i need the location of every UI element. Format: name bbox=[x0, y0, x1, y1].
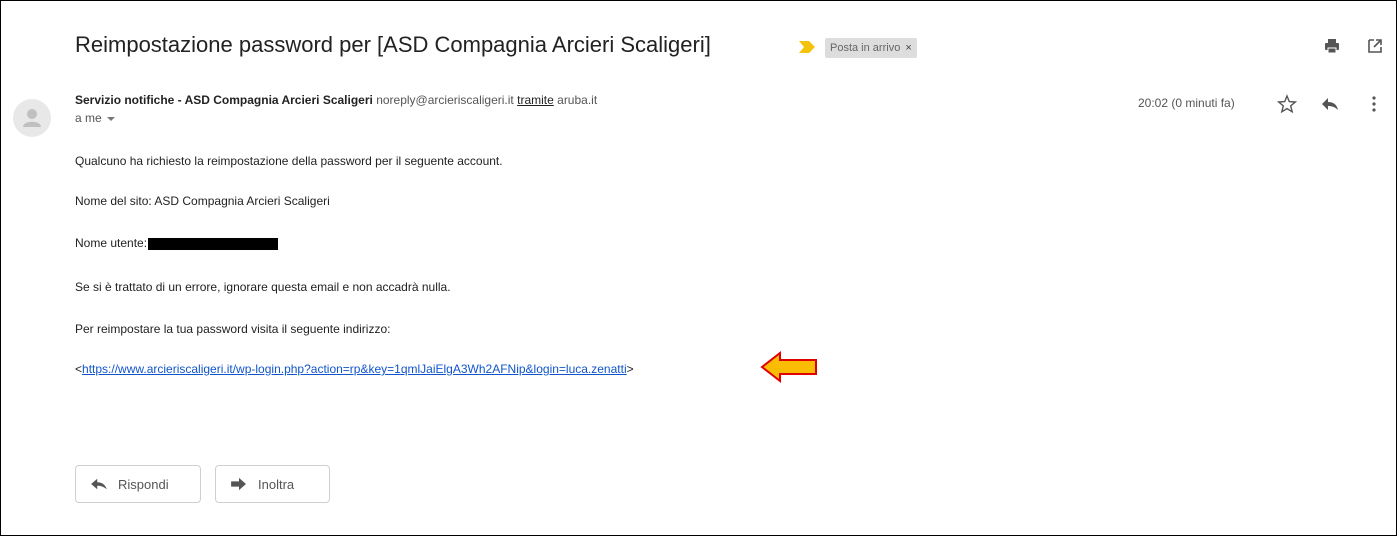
reply-button[interactable]: Rispondi bbox=[75, 465, 201, 503]
open-in-new-window-icon[interactable] bbox=[1366, 37, 1384, 55]
body-line-error-note: Se si è trattato di un errore, ignorare … bbox=[75, 280, 451, 294]
forward-button[interactable]: Inoltra bbox=[215, 465, 330, 503]
forward-button-label: Inoltra bbox=[258, 476, 295, 492]
remove-label-button[interactable]: × bbox=[905, 42, 911, 54]
sender-line: Servizio notifiche - ASD Compagnia Arcie… bbox=[75, 93, 597, 107]
username-label: Nome utente: bbox=[75, 236, 148, 250]
link-close-bracket: > bbox=[626, 362, 634, 376]
sender-avatar bbox=[13, 99, 51, 137]
sender-name: Servizio notifiche - ASD Compagnia Arcie… bbox=[75, 93, 373, 107]
more-options-icon[interactable] bbox=[1364, 94, 1384, 114]
forward-icon bbox=[231, 477, 246, 491]
body-line-instructions: Per reimpostare la tua password visita i… bbox=[75, 322, 391, 336]
label-chip-text: Posta in arrivo bbox=[830, 42, 901, 54]
via-link[interactable]: tramite bbox=[517, 93, 554, 107]
print-icon[interactable] bbox=[1323, 37, 1341, 55]
via-domain: aruba.it bbox=[557, 93, 598, 107]
reply-icon bbox=[91, 478, 107, 490]
importance-marker-icon[interactable] bbox=[798, 40, 816, 54]
link-open-bracket: < bbox=[75, 362, 83, 376]
chevron-down-icon bbox=[106, 116, 115, 121]
recipient-details-toggle[interactable]: a me bbox=[75, 111, 115, 125]
email-subject: Reimpostazione password per [ASD Compagn… bbox=[75, 32, 711, 57]
body-line-site-name: Nome del sito: ASD Compagnia Arcieri Sca… bbox=[75, 194, 330, 208]
body-line-request: Qualcuno ha richiesto la reimpostazione … bbox=[75, 154, 503, 168]
redacted-username bbox=[148, 237, 279, 250]
label-chip-inbox: Posta in arrivo × bbox=[825, 38, 917, 58]
sender-email: noreply@arcieriscaligeri.it bbox=[376, 93, 514, 107]
person-icon bbox=[23, 109, 41, 127]
message-time: 20:02 (0 minuti fa) bbox=[1138, 96, 1235, 110]
reply-icon[interactable] bbox=[1320, 94, 1340, 114]
recipient-text: a me bbox=[75, 111, 102, 125]
body-line-username: Nome utente: bbox=[75, 236, 279, 250]
email-view-frame bbox=[0, 0, 1397, 536]
reply-button-label: Rispondi bbox=[118, 476, 169, 492]
star-icon[interactable] bbox=[1277, 94, 1297, 114]
body-line-reset-link: <https://www.arcieriscaligeri.it/wp-logi… bbox=[75, 362, 634, 376]
password-reset-link[interactable]: https://www.arcieriscaligeri.it/wp-login… bbox=[82, 362, 627, 376]
callout-arrow-icon bbox=[760, 351, 817, 383]
